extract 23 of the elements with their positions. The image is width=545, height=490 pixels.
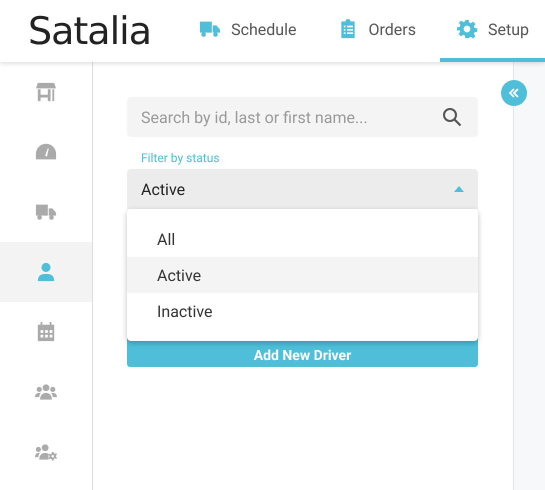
status-select[interactable]: Active bbox=[127, 169, 478, 209]
truck-icon bbox=[199, 19, 222, 39]
double-chevron-icon bbox=[508, 88, 520, 98]
collapse-button[interactable] bbox=[501, 80, 527, 106]
search-icon bbox=[442, 107, 462, 127]
user-icon bbox=[35, 262, 57, 282]
users-icon bbox=[35, 382, 57, 402]
nav-tab[interactable]: Orders bbox=[320, 0, 432, 62]
filter-label: Filter by status bbox=[141, 151, 221, 165]
calendar-icon bbox=[35, 322, 57, 342]
caret-icon bbox=[454, 186, 464, 192]
sidebar-item[interactable] bbox=[0, 242, 92, 302]
menu-option[interactable]: Active bbox=[127, 257, 478, 293]
users-gear-icon bbox=[35, 442, 57, 462]
gauge-icon bbox=[35, 142, 57, 162]
menu-option[interactable]: Inactive bbox=[127, 293, 478, 329]
nav-tab[interactable]: Schedule bbox=[183, 0, 312, 62]
settings-icon bbox=[456, 19, 478, 39]
store-icon bbox=[35, 82, 57, 102]
menu-option[interactable]: All bbox=[127, 221, 478, 257]
logo: Satalia bbox=[28, 9, 152, 53]
truck-icon bbox=[35, 202, 57, 222]
search-field[interactable]: Search by id, last or first name... bbox=[127, 97, 478, 137]
